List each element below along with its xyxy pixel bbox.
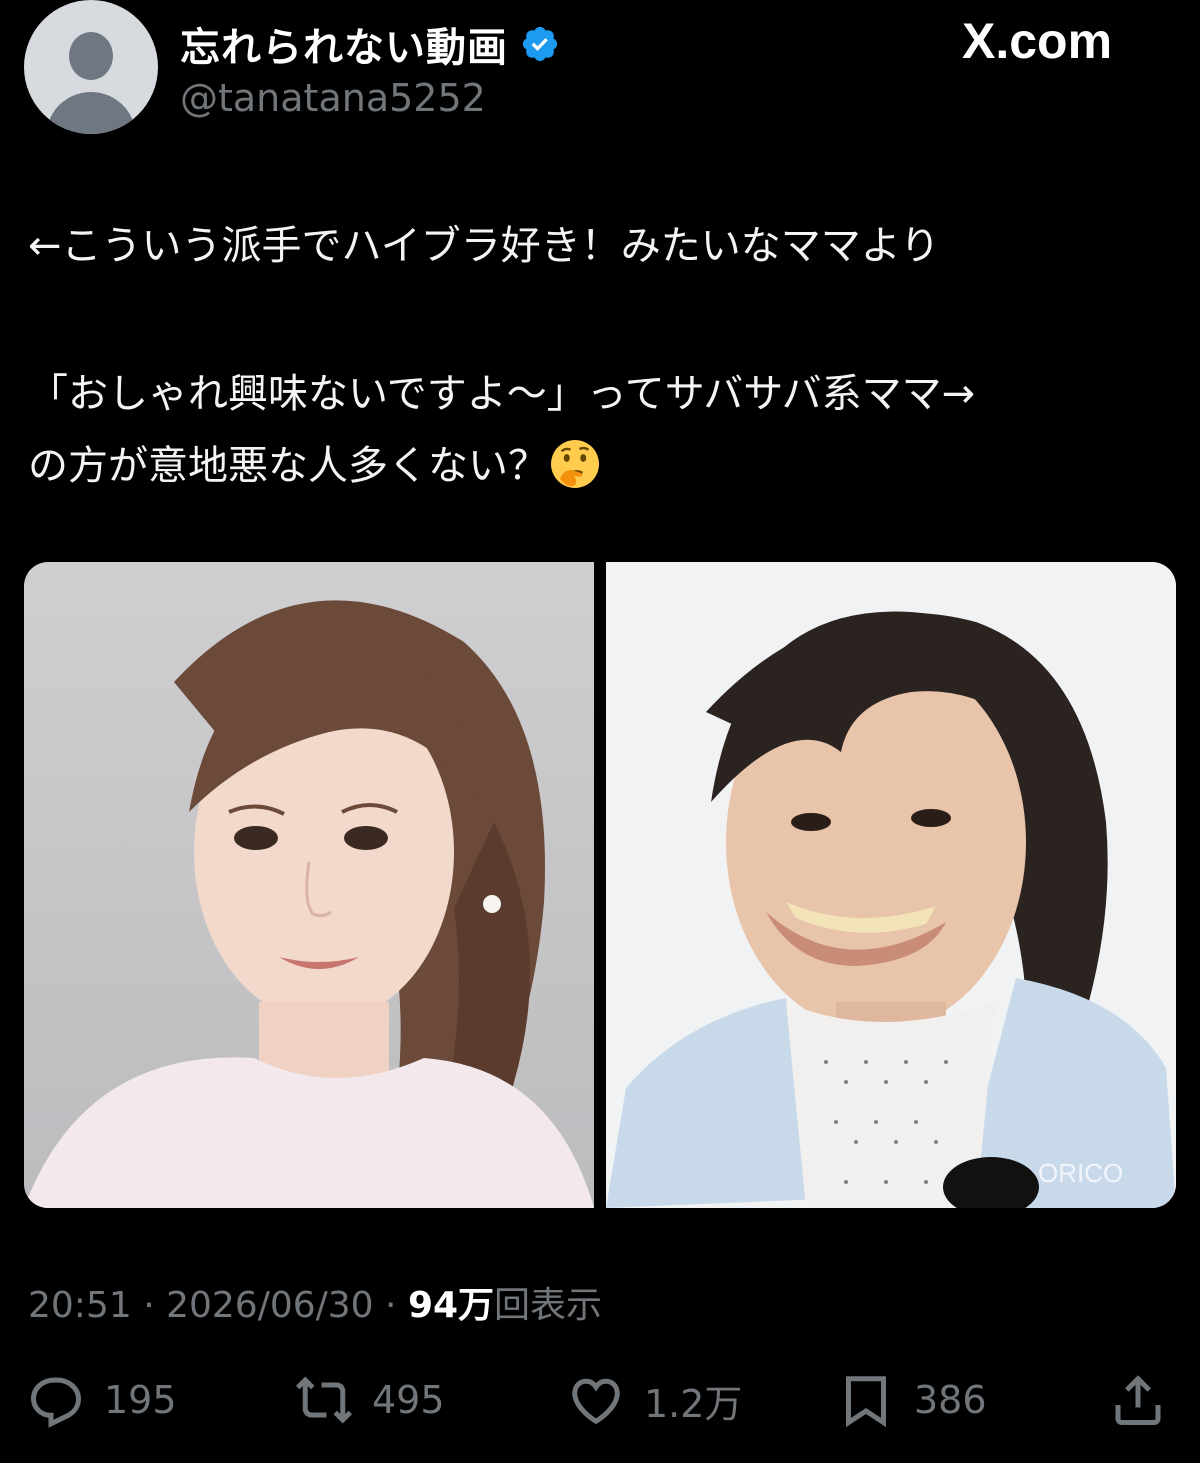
thinking-face-emoji [551,440,599,488]
verified-badge-icon [522,26,558,62]
tweet-line-1: ←こういう派手でハイブラ好き！みたいなママより [28,223,940,269]
bookmark-icon [846,1376,886,1428]
repost-icon [295,1376,353,1424]
avatar[interactable] [24,0,158,134]
portrait-woman-left-image [24,562,594,1208]
bookmark-button[interactable]: 386 [836,1368,987,1432]
like-count: 1.2万 [644,1381,743,1426]
avatar-body-shape [46,92,136,134]
tweet-line-2: 「おしゃれ興味ないですよ〜」ってサバサバ系ママ→ [28,371,976,417]
share-icon [1115,1375,1161,1425]
user-handle[interactable]: @tanatana5252 [180,76,486,120]
avatar-head-shape [69,32,113,80]
site-watermark: X.com [962,13,1113,69]
meta-separator: · [131,1285,167,1326]
tweet-meta: 20:51 · 2026/06/30 · 94万回表示 [28,1276,602,1328]
portrait-woman-right-image: ORICO [606,562,1176,1208]
tweet-date[interactable]: 2026/06/30 [166,1285,374,1326]
author-name-row: 忘れられない動画 [180,14,560,74]
heart-icon [572,1378,620,1425]
tweet-line-3: の方が意地悪な人多くない？ [28,430,1178,502]
reply-button[interactable]: 195 [26,1368,177,1432]
tweet-text: ←こういう派手でハイブラ好き！みたいなママより 「おしゃれ興味ないですよ〜」って… [28,210,1178,502]
display-name[interactable]: 忘れられない動画 [180,15,508,73]
tweet-line-3-text: の方が意地悪な人多くない？ [28,443,548,489]
views-count: 94万 [407,1285,495,1326]
reply-count: 195 [104,1378,177,1422]
tweet-time[interactable]: 20:51 [28,1285,132,1326]
orico-watermark: ORICO [1038,1158,1123,1188]
repost-count: 495 [372,1378,445,1422]
action-bar: 195 495 1.2万 386 [0,1368,1200,1438]
repost-button[interactable]: 495 [294,1368,445,1432]
meta-separator-2: · [373,1285,408,1326]
views-label: 回表示 [494,1285,603,1326]
like-button[interactable]: 1.2万 [566,1368,742,1432]
photo-left[interactable] [24,562,594,1208]
bookmark-count: 386 [914,1378,987,1422]
photo-right[interactable]: ORICO [606,562,1176,1208]
reply-icon [30,1377,82,1428]
share-button[interactable] [1108,1368,1168,1432]
media-grid[interactable]: ORICO [24,562,1176,1208]
